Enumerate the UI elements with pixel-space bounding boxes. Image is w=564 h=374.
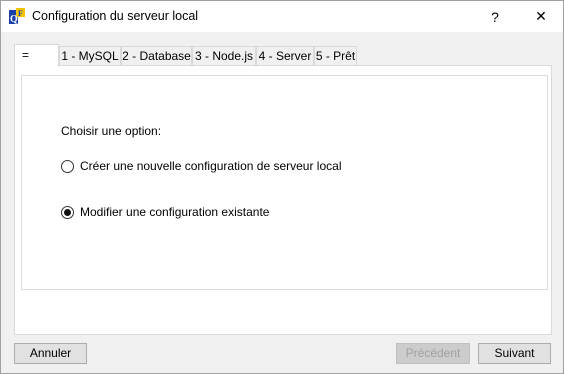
tab-pret[interactable]: 5 - Prêt (314, 46, 357, 66)
svg-text:Q: Q (10, 14, 18, 24)
title-bar[interactable]: Q F Configuration du serveur local ? ✕ (1, 1, 563, 32)
close-button[interactable]: ✕ (519, 1, 563, 32)
tab-nodejs[interactable]: 3 - Node.js (192, 46, 256, 66)
window-title: Configuration du serveur local (32, 9, 199, 23)
option-new-config[interactable]: Créer une nouvelle configuration de serv… (61, 159, 342, 173)
app-icon: Q F (9, 8, 25, 24)
next-button[interactable]: Suivant (478, 343, 551, 364)
tab-server[interactable]: 4 - Server (256, 46, 314, 66)
tab-start[interactable]: = (14, 44, 59, 67)
help-button[interactable]: ? (473, 1, 517, 32)
dialog-window: Q F Configuration du serveur local ? ✕ =… (0, 0, 564, 374)
tab-database[interactable]: 2 - Database (121, 46, 192, 66)
option-new-config-label: Créer une nouvelle configuration de serv… (80, 159, 342, 173)
option-modify-config[interactable]: Modifier une configuration existante (61, 205, 269, 219)
tab-mysql[interactable]: 1 - MySQL (59, 46, 121, 66)
option-modify-config-label: Modifier une configuration existante (80, 205, 270, 219)
tab-panel: Choisir une option: Créer une nouvelle c… (14, 65, 552, 335)
options-group: Choisir une option: Créer une nouvelle c… (21, 75, 548, 290)
svg-text:F: F (18, 9, 23, 18)
prompt-label: Choisir une option: (61, 124, 162, 138)
previous-button[interactable]: Précédent (396, 343, 470, 364)
radio-new-config[interactable] (61, 159, 74, 173)
radio-modify-config[interactable] (61, 205, 74, 219)
cancel-button[interactable]: Annuler (14, 343, 87, 364)
